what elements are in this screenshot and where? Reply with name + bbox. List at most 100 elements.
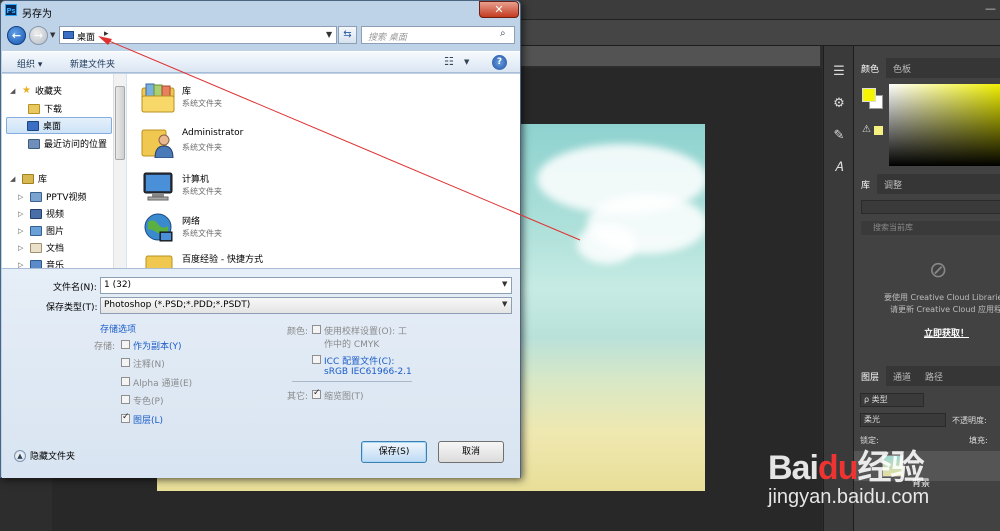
nav-item-music[interactable]: ▷ 音乐 <box>18 256 64 268</box>
new-folder-button[interactable]: 新建文件夹 <box>70 57 115 70</box>
thumbnail-checkbox[interactable] <box>312 388 321 399</box>
format-select[interactable]: Photoshop (*.PSD;*.PDD;*.PSDT) <box>100 297 512 314</box>
nav-item-documents[interactable]: ▷ 文档 <box>18 239 64 256</box>
tab-library[interactable]: 库 <box>854 174 878 194</box>
filename-input[interactable]: 1 (32) <box>100 277 512 294</box>
character-icon[interactable]: 𝐴 <box>829 158 849 178</box>
notes-checkbox[interactable] <box>121 358 130 367</box>
layer-filter-select[interactable]: ρ 类型 <box>860 393 924 407</box>
chevron-down-icon[interactable]: ▼ <box>502 300 507 308</box>
nav-item-videos[interactable]: ▷ 视频 <box>18 205 64 222</box>
cc-get-now-link[interactable]: 立即获取！ <box>924 326 969 339</box>
nav-item-favorites[interactable]: ◢ ★ 收藏夹 <box>10 82 62 99</box>
pictures-library-icon <box>30 225 42 236</box>
foreground-color-swatch[interactable] <box>862 88 876 102</box>
chevron-down-icon[interactable]: ▼ <box>502 280 507 288</box>
expand-arrow-icon[interactable]: ▷ <box>18 193 26 201</box>
notes-label: 注释(N) <box>133 360 165 370</box>
forward-button[interactable]: → <box>29 26 48 45</box>
nav-label: 最近访问的位置 <box>44 140 108 150</box>
color-panel-tabs: 颜色 色板 <box>854 58 1000 78</box>
gamut-color-swatch[interactable] <box>874 126 883 135</box>
back-button[interactable]: ← <box>7 26 26 45</box>
tab-channels[interactable]: 通道 <box>886 366 918 386</box>
nav-item-pptv[interactable]: ▷ PPTV视频 <box>18 188 87 205</box>
expand-arrow-icon[interactable]: ▷ <box>18 210 26 218</box>
blend-mode-select[interactable]: 柔光 <box>860 413 946 427</box>
nav-item-downloads[interactable]: 下载 <box>28 100 62 117</box>
tab-adjust[interactable]: 调整 <box>877 174 909 194</box>
nav-item-recent[interactable]: 最近访问的位置 <box>28 135 107 152</box>
alpha-checkbox[interactable] <box>121 377 130 386</box>
address-current[interactable]: 桌面 <box>77 30 95 43</box>
storage-label: 存储: <box>94 342 116 352</box>
expand-arrow-icon[interactable]: ▷ <box>18 244 26 252</box>
file-name: 百度经验 - 快捷方式 <box>182 255 263 265</box>
spot-checkbox[interactable] <box>121 395 130 404</box>
tab-swatches[interactable]: 色板 <box>886 58 918 78</box>
color-spectrum[interactable] <box>889 84 1000 166</box>
gamut-warning-icon[interactable]: ⚠ <box>862 124 871 135</box>
shortcut-folder-icon <box>140 250 176 268</box>
icc-profile-value: sRGB IEC61966-2.1 <box>324 367 412 377</box>
layers-checkbox[interactable] <box>121 412 130 423</box>
file-item-network[interactable]: 网络 系统文件夹 <box>140 208 440 248</box>
brush-icon[interactable]: ✎ <box>829 126 849 146</box>
file-item-baidu-shortcut[interactable]: 百度经验 - 快捷方式 <box>140 246 440 268</box>
dialog-toolbar: 组织 ▾ 新建文件夹 ☷ ▼ ? <box>2 51 520 73</box>
properties-icon[interactable]: ⚙ <box>829 94 849 114</box>
cancel-button[interactable]: 取消 <box>438 441 504 463</box>
watermark-logo-text: du <box>817 449 859 487</box>
tab-paths[interactable]: 路径 <box>918 366 950 386</box>
as-copy-label[interactable]: 作为副本(Y) <box>133 339 182 352</box>
address-bar[interactable]: 桌面 ▸ ▼ <box>59 26 337 44</box>
file-name: Administrator <box>182 128 244 138</box>
minimize-icon[interactable]: — <box>985 2 996 15</box>
window-controls[interactable]: — <box>985 2 996 15</box>
as-copy-checkbox[interactable] <box>121 340 130 349</box>
icc-profile-label[interactable]: ICC 配置文件(C): <box>324 354 394 367</box>
help-button[interactable]: ? <box>492 55 507 70</box>
tab-color[interactable]: 颜色 <box>854 58 887 78</box>
recent-pages-dropdown-icon[interactable]: ▼ <box>50 31 55 39</box>
dialog-titlebar[interactable]: Ps 另存为 ✕ <box>1 1 520 21</box>
document-tab[interactable] <box>520 46 820 66</box>
library-dropdown[interactable] <box>861 200 1000 214</box>
nav-scroll-thumb[interactable] <box>115 86 125 160</box>
history-icon[interactable]: ☰ <box>829 62 849 82</box>
proof-setup-label: 使用校样设置(O): 工 <box>324 327 407 337</box>
collapse-arrow-icon[interactable]: ◢ <box>10 175 18 183</box>
expand-arrow-icon[interactable]: ▷ <box>18 227 26 235</box>
hide-folders-toggle[interactable]: ▲ 隐藏文件夹 <box>14 449 75 462</box>
nav-label: 收藏夹 <box>34 87 62 97</box>
search-placeholder: 搜索 桌面 <box>368 33 407 43</box>
collapse-arrow-icon[interactable]: ◢ <box>10 87 18 95</box>
file-item-library[interactable]: 库 系统文件夹 <box>140 78 440 118</box>
tab-layers[interactable]: 图层 <box>854 366 887 386</box>
chevron-up-icon[interactable]: ▲ <box>14 449 26 462</box>
proof-setup-checkbox[interactable] <box>312 325 321 334</box>
file-list: 库 系统文件夹 Administrator 系统文件夹 计算机 系统文件夹 网络… <box>128 74 506 268</box>
icc-profile-checkbox[interactable] <box>312 355 321 364</box>
view-options-icon[interactable]: ☷ <box>444 55 454 68</box>
address-separator-icon[interactable]: ▸ <box>104 29 109 39</box>
nav-item-desktop[interactable]: 桌面 <box>6 117 112 134</box>
file-item-computer[interactable]: 计算机 系统文件夹 <box>140 166 440 206</box>
expand-arrow-icon[interactable]: ▷ <box>18 261 26 269</box>
chevron-down-icon[interactable]: ▼ <box>326 30 332 39</box>
library-search-input[interactable]: 搜索当前库 <box>861 221 1000 235</box>
search-icon[interactable]: ⌕ <box>500 28 506 39</box>
save-button[interactable]: 保存(S) <box>361 441 427 463</box>
organize-button[interactable]: 组织 ▾ <box>17 57 42 70</box>
close-button[interactable]: ✕ <box>479 1 519 18</box>
nav-item-pictures[interactable]: ▷ 图片 <box>18 222 64 239</box>
chevron-down-icon[interactable]: ▼ <box>464 58 469 66</box>
search-input[interactable]: 搜索 桌面 ⌕ <box>361 26 515 44</box>
nav-item-libraries[interactable]: ◢ 库 <box>10 170 47 187</box>
refresh-button[interactable]: ⇆ <box>338 26 357 44</box>
file-item-administrator[interactable]: Administrator 系统文件夹 <box>140 122 440 162</box>
layers-label[interactable]: 图层(L) <box>133 413 163 426</box>
spot-label: 专色(P) <box>133 397 164 407</box>
library-folder-icon <box>140 82 176 114</box>
nav-scrollbar[interactable] <box>113 74 126 268</box>
